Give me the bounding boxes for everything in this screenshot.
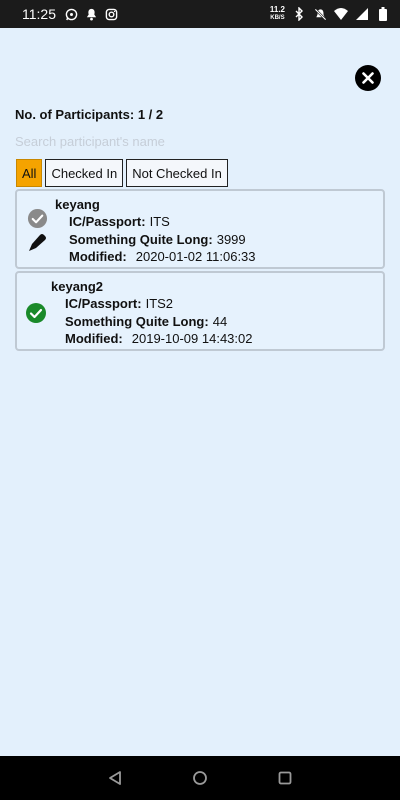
mute-icon — [313, 7, 327, 21]
participant-count: No. of Participants: 1 / 2 — [15, 107, 163, 122]
filter-bar: All Checked In Not Checked In — [16, 159, 228, 187]
participant-card[interactable]: keyang2 IC/Passport: ITS2 Something Quite… — [15, 271, 385, 351]
close-button[interactable] — [355, 65, 381, 91]
participant-field-ic: IC/Passport: ITS2 — [65, 296, 174, 311]
checked-in-status-icon[interactable] — [25, 302, 47, 329]
home-button[interactable] — [190, 768, 210, 788]
search-input[interactable] — [15, 132, 385, 150]
status-time: 11:25 — [22, 6, 56, 22]
recents-button[interactable] — [275, 768, 295, 788]
recents-icon — [278, 771, 292, 785]
participant-name: keyang — [55, 197, 100, 212]
home-icon — [193, 771, 207, 785]
participant-card[interactable]: keyang IC/Passport: ITS Something Quite L… — [15, 189, 385, 269]
participant-field-long: Something Quite Long: 44 — [65, 314, 228, 329]
participant-field-modified: Modified: 2019-10-09 14:43:02 — [65, 331, 253, 346]
bluetooth-icon — [292, 7, 306, 21]
navigation-bar — [0, 756, 400, 800]
bookmark-icon[interactable] — [27, 231, 49, 258]
filter-all-button[interactable]: All — [16, 159, 43, 187]
status-bar: 11:25 11.2 KB/S — [0, 0, 400, 28]
close-icon — [362, 72, 374, 84]
back-button[interactable] — [105, 768, 125, 788]
participant-count-label: No. of Participants: — [15, 107, 135, 122]
participant-field-ic: IC/Passport: ITS — [69, 214, 170, 229]
battery-icon — [376, 7, 390, 21]
signal-icon — [355, 7, 369, 21]
filter-checked-in-button[interactable]: Checked In — [45, 159, 124, 187]
wifi-icon — [334, 7, 348, 21]
whatsapp-icon — [64, 7, 78, 21]
participant-count-value: 1 / 2 — [137, 107, 164, 122]
filter-not-checked-in-button[interactable]: Not Checked In — [126, 159, 228, 187]
participant-name: keyang2 — [51, 279, 104, 294]
network-speed: 11.2 KB/S — [269, 5, 285, 22]
back-icon — [109, 771, 121, 785]
participant-field-modified: Modified: 2020-01-02 11:06:33 — [69, 249, 256, 264]
notification-icon — [84, 7, 98, 21]
participant-field-long: Something Quite Long: 3999 — [69, 232, 246, 247]
instagram-icon — [104, 7, 118, 21]
